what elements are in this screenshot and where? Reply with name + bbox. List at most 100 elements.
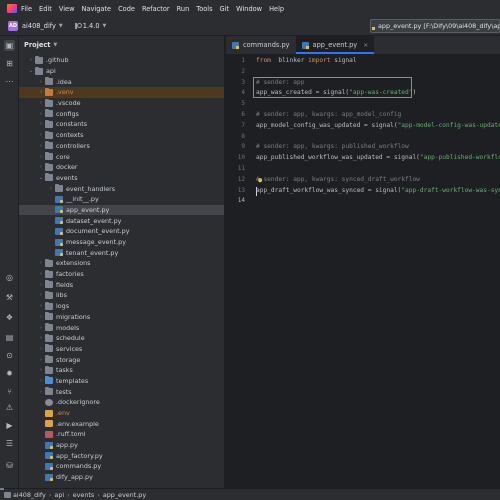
structure-icon[interactable]: ⊞: [4, 58, 15, 69]
tree-item[interactable]: › storage: [19, 354, 224, 365]
chevron-right-icon[interactable]: ›: [37, 346, 45, 352]
chevron-right-icon[interactable]: ›: [37, 378, 45, 384]
tree-item[interactable]: › services: [19, 344, 224, 355]
tree-item[interactable]: app_factory.py: [19, 450, 224, 461]
tree-item[interactable]: › contexts: [19, 130, 224, 141]
tree-item[interactable]: › .idea: [19, 76, 224, 87]
menu-view[interactable]: View: [59, 5, 75, 13]
tree-item[interactable]: .dockerignore: [19, 397, 224, 408]
chevron-right-icon[interactable]: ›: [37, 100, 45, 106]
chevron-right-icon[interactable]: ›: [37, 282, 45, 288]
tree-item[interactable]: tenant_event.py: [19, 247, 224, 258]
tree-item[interactable]: › tests: [19, 386, 224, 397]
tree-item[interactable]: › .vscode: [19, 98, 224, 109]
run-configuration-selector[interactable]: app_event.py [F:\Dify\09\ai408_dify\api\…: [370, 19, 500, 33]
project-name[interactable]: ai408_dify: [22, 22, 56, 30]
tree-item[interactable]: › factories: [19, 269, 224, 280]
chevron-right-icon[interactable]: ›: [37, 303, 45, 309]
tree-item[interactable]: › libs: [19, 290, 224, 301]
menu-git[interactable]: Git: [220, 5, 230, 13]
chevron-right-icon[interactable]: ›: [37, 121, 45, 127]
chevron-right-icon[interactable]: ›: [37, 143, 45, 149]
todo-icon[interactable]: ☰: [4, 438, 15, 449]
tab-commands-py[interactable]: commands.py: [226, 36, 296, 54]
tree-item[interactable]: app.py: [19, 440, 224, 451]
menu-window[interactable]: Window: [236, 5, 262, 13]
breadcrumb-item[interactable]: api: [54, 491, 64, 499]
menu-refactor[interactable]: Refactor: [142, 5, 170, 13]
branch-name[interactable]: 1.4.0: [83, 22, 100, 30]
menu-file[interactable]: File: [21, 5, 32, 13]
terminal-icon[interactable]: ▤: [4, 332, 15, 343]
tree-item[interactable]: document_event.py: [19, 226, 224, 237]
menu-tools[interactable]: Tools: [196, 5, 212, 13]
tree-item[interactable]: ⌄ events: [19, 173, 224, 184]
chevron-down-icon[interactable]: ▼: [53, 42, 57, 48]
tree-item[interactable]: › configs: [19, 108, 224, 119]
chevron-down-icon[interactable]: ▼: [103, 23, 107, 29]
tree-item[interactable]: › docker: [19, 162, 224, 173]
project-panel-title[interactable]: Project: [24, 41, 50, 49]
menu-navigate[interactable]: Navigate: [81, 5, 111, 13]
chevron-right-icon[interactable]: ›: [37, 325, 45, 331]
ai-assistant-icon[interactable]: ◎: [4, 272, 15, 283]
chevron-right-icon[interactable]: ›: [47, 186, 55, 192]
tree-item[interactable]: › controllers: [19, 141, 224, 152]
chevron-right-icon[interactable]: ›: [37, 335, 45, 341]
code-area[interactable]: ● from blinker import signal # sender: ap…: [253, 56, 500, 488]
debug-icon[interactable]: ✹: [4, 368, 15, 379]
chevron-right-icon[interactable]: ›: [37, 389, 45, 395]
breadcrumb-item[interactable]: app_event.py: [103, 491, 146, 499]
tree-item[interactable]: message_event.py: [19, 237, 224, 248]
code-editor[interactable]: 1 2 3 4 5 6 7 8 9 10 11 12 13 14 ● from blinker impor…: [226, 56, 500, 488]
tree-item[interactable]: app_event.py: [19, 204, 224, 216]
chevron-right-icon[interactable]: ›: [37, 357, 45, 363]
chevron-down-icon[interactable]: ⌄: [27, 68, 35, 74]
project-badge[interactable]: AD: [8, 21, 18, 31]
menu-help[interactable]: Help: [269, 5, 284, 13]
tab-app_event-py[interactable]: app_event.py ×: [295, 36, 375, 54]
tree-item[interactable]: .env: [19, 408, 224, 419]
tree-item[interactable]: › constants: [19, 119, 224, 130]
tree-item[interactable]: › logs: [19, 301, 224, 312]
menu-code[interactable]: Code: [118, 5, 135, 13]
tree-item[interactable]: .env.example: [19, 418, 224, 429]
database-icon[interactable]: ⛁: [4, 460, 15, 471]
chevron-right-icon[interactable]: ›: [37, 164, 45, 170]
chevron-down-icon[interactable]: ▼: [59, 23, 63, 29]
git-icon[interactable]: ⑂: [4, 386, 15, 397]
chevron-right-icon[interactable]: ›: [37, 292, 45, 298]
tree-item[interactable]: ⌄ api: [19, 66, 224, 77]
tree-item[interactable]: dify_app.py: [19, 472, 224, 483]
breadcrumb-item[interactable]: events: [73, 491, 95, 499]
tree-item[interactable]: dataset_event.py: [19, 215, 224, 226]
tree-item[interactable]: › .github: [19, 55, 224, 66]
more-icon[interactable]: ⋯: [4, 76, 15, 87]
tree-item[interactable]: › core: [19, 151, 224, 162]
chevron-right-icon[interactable]: ›: [37, 89, 45, 95]
problems-icon[interactable]: ⚠: [4, 402, 15, 413]
build-icon[interactable]: ⚒: [4, 292, 15, 303]
tree-item[interactable]: commands.py: [19, 461, 224, 472]
tree-item[interactable]: › event_handlers: [19, 183, 224, 194]
run-icon[interactable]: ▶: [4, 420, 15, 431]
menu-run[interactable]: Run: [177, 5, 190, 13]
chevron-right-icon[interactable]: ›: [37, 111, 45, 117]
chevron-right-icon[interactable]: ›: [37, 260, 45, 266]
tree-item[interactable]: › extensions: [19, 258, 224, 269]
chevron-down-icon[interactable]: ⌄: [37, 175, 45, 181]
tree-item[interactable]: › migrations: [19, 312, 224, 323]
services-icon[interactable]: ⊙: [4, 350, 15, 361]
folder-icon[interactable]: ▣: [4, 40, 15, 51]
tree-item[interactable]: .ruff.toml: [19, 429, 224, 440]
breadcrumb-item[interactable]: ai408_dify: [13, 491, 46, 499]
chevron-right-icon[interactable]: ›: [37, 271, 45, 277]
tree-item[interactable]: › schedule: [19, 333, 224, 344]
chevron-right-icon[interactable]: ›: [37, 79, 45, 85]
tree-item[interactable]: › fields: [19, 279, 224, 290]
close-icon[interactable]: ×: [363, 42, 368, 49]
tree-item[interactable]: › models: [19, 322, 224, 333]
tree-item[interactable]: › tasks: [19, 365, 224, 376]
tree-item[interactable]: › .venv: [19, 87, 224, 98]
chevron-right-icon[interactable]: ›: [37, 154, 45, 160]
